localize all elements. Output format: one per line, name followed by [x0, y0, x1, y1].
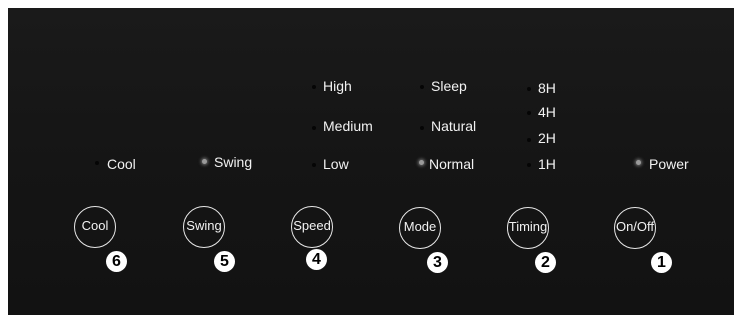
timing-2h-label: 2H: [538, 130, 556, 146]
cool-indicator-light: [95, 161, 99, 165]
timing-button-label: Timing: [508, 219, 548, 234]
on-off-button[interactable]: On/Off: [614, 207, 656, 249]
timing-4h-indicator-light: [527, 111, 531, 115]
swing-indicator-label: Swing: [214, 154, 253, 170]
swing-indicator-light: [202, 159, 207, 164]
mode-sleep-indicator-light: [420, 85, 424, 89]
speed-high-label: High: [323, 78, 352, 94]
on-off-button-number-badge: 1: [651, 252, 672, 273]
timing-4h-label: 4H: [538, 104, 556, 120]
mode-button[interactable]: Mode: [399, 207, 441, 249]
speed-button[interactable]: Speed: [291, 206, 333, 248]
timing-8h-indicator-light: [527, 87, 531, 91]
speed-medium-label: Medium: [323, 118, 373, 134]
speed-medium-indicator-light: [312, 126, 316, 130]
cool-indicator-label: Cool: [107, 156, 136, 172]
on-off-button-label: On/Off: [615, 219, 655, 234]
mode-button-label: Mode: [403, 219, 437, 234]
mode-normal-indicator-light: [419, 160, 424, 165]
mode-button-number-badge: 3: [427, 252, 448, 273]
power-indicator-light: [636, 160, 641, 165]
timing-1h-label: 1H: [538, 156, 556, 172]
power-indicator-label: Power: [649, 156, 689, 172]
mode-normal-label: Normal: [429, 156, 475, 172]
swing-button-label: Swing: [186, 218, 222, 233]
speed-button-number-badge: 4: [306, 249, 327, 270]
control-panel-frame: Cool Swing High Medium Low Sleep Natural…: [0, 0, 739, 321]
timing-button[interactable]: Timing: [507, 207, 549, 249]
speed-button-label: Speed: [293, 218, 331, 233]
cool-button[interactable]: Cool: [74, 206, 116, 248]
timing-1h-indicator-light: [527, 163, 531, 167]
timing-button-number-badge: 2: [535, 252, 556, 273]
mode-natural-indicator-light: [420, 126, 424, 130]
swing-button-number-badge: 5: [214, 251, 235, 272]
mode-sleep-label: Sleep: [431, 78, 467, 94]
cool-button-label: Cool: [81, 218, 109, 233]
timing-2h-indicator-light: [527, 138, 531, 142]
mode-natural-label: Natural: [431, 118, 477, 134]
swing-button[interactable]: Swing: [183, 206, 225, 248]
speed-low-label: Low: [323, 156, 349, 172]
cool-button-number-badge: 6: [106, 251, 127, 272]
timing-8h-label: 8H: [538, 80, 556, 96]
speed-low-indicator-light: [312, 163, 316, 167]
speed-high-indicator-light: [312, 85, 316, 89]
